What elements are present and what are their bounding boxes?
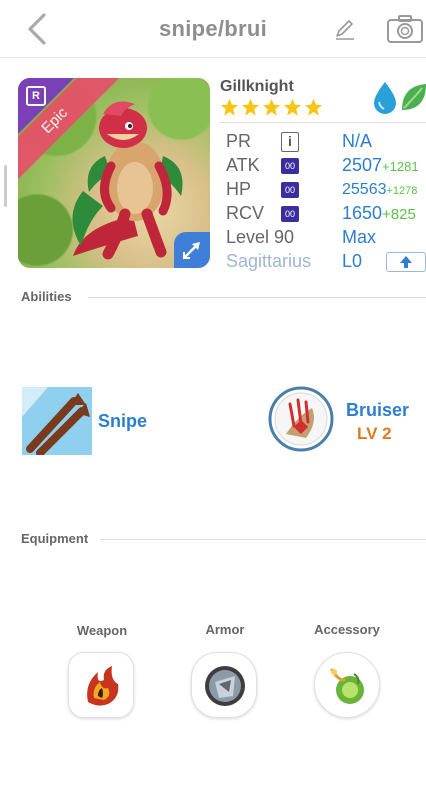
armor-icon — [205, 666, 245, 706]
camera-icon[interactable] — [386, 14, 424, 44]
water-element-icon — [374, 82, 396, 114]
ability-name-snipe: Snipe — [98, 411, 148, 431]
plus-count-badge: 00 — [281, 182, 299, 198]
page-title: snipe/brui — [158, 16, 268, 41]
star-icon — [262, 98, 281, 116]
star-icon — [241, 98, 260, 116]
arrow-stem — [404, 262, 408, 268]
armor-label: Armor — [205, 622, 245, 637]
element-icons — [370, 80, 426, 116]
weapon-label: Weapon — [76, 623, 128, 638]
top-bar: snipe/brui — [0, 0, 426, 58]
stat-plus: +1281 — [382, 159, 419, 174]
star-rating — [220, 98, 323, 117]
ability-name-bruiser: Bruiser — [346, 400, 410, 420]
stat-value: 2507+1281 — [342, 155, 419, 176]
monster-name: Gillknight — [220, 78, 294, 95]
ability-level: LV 2 — [357, 424, 392, 443]
edit-pencil-icon[interactable] — [333, 18, 357, 42]
star-icon — [304, 98, 323, 116]
armor-slot[interactable] — [191, 652, 257, 718]
equipment-divider — [100, 539, 426, 540]
stat-value: Max — [342, 227, 377, 247]
stat-base: 2507 — [342, 155, 383, 175]
stat-base: 1650 — [342, 203, 383, 223]
stat-plus: +1278 — [386, 185, 418, 197]
star-icon — [220, 98, 239, 116]
stat-value: 1650+825 — [342, 203, 416, 224]
abilities-divider — [88, 297, 426, 298]
accessory-slot[interactable] — [314, 652, 380, 718]
weapon-icon — [87, 666, 119, 706]
stat-label: Level 90 — [226, 227, 295, 247]
class-badge — [174, 232, 210, 268]
zodiac-sign-label[interactable]: Sagittarius — [226, 251, 311, 272]
weapon-slot[interactable] — [68, 652, 134, 718]
level-up-arrow-icon[interactable] — [386, 252, 426, 272]
stat-base: 25563 — [342, 181, 387, 198]
accessory-icon — [330, 668, 364, 704]
plus-count-badge: 00 — [281, 206, 299, 222]
leaf-element-icon — [402, 84, 426, 110]
stat-value: L0 — [342, 251, 363, 271]
accessory-label: Accessory — [314, 622, 380, 637]
stat-value: 25563+1278 — [342, 181, 417, 199]
stat-label: ATK — [226, 155, 260, 175]
stat-label: PR — [226, 131, 252, 151]
equipment-heading: Equipment — [21, 531, 89, 546]
star-icon — [283, 98, 302, 116]
monster-portrait[interactable]: Epic R — [18, 78, 210, 268]
stat-plus: +825 — [382, 206, 416, 223]
info-icon[interactable]: i — [281, 132, 299, 152]
abilities-heading: Abilities — [21, 289, 72, 304]
stat-label: HP — [226, 179, 252, 199]
snipe-icon[interactable] — [22, 387, 92, 455]
stat-label: RCV — [226, 203, 265, 223]
plus-count-badge: 00 — [281, 158, 299, 174]
stats-divider — [220, 122, 426, 123]
scroll-indicator — [4, 165, 7, 207]
stat-value: N/A — [342, 131, 373, 151]
bruiser-icon[interactable] — [268, 386, 334, 452]
rarity-letter-badge: R — [26, 86, 46, 106]
archer-class-icon — [182, 242, 200, 260]
